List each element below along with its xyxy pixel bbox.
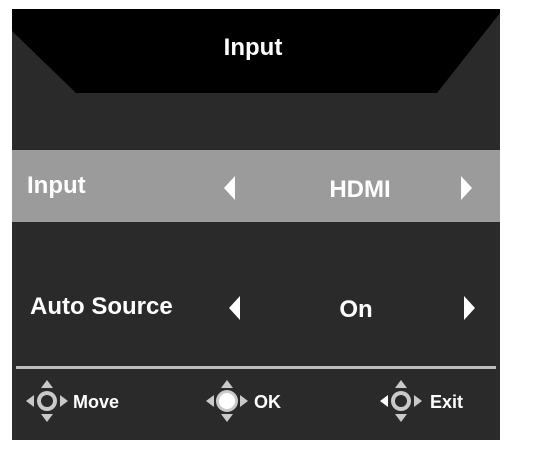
osd-menu: Input Input HDMI Auto Source On Move OK … (12, 9, 500, 440)
footer-ok-label: OK (254, 392, 281, 412)
auto-source-row[interactable]: Auto Source On (12, 271, 500, 343)
joystick-ok-icon (206, 380, 248, 422)
input-next-arrow-icon[interactable] (461, 176, 472, 200)
joystick-exit-icon (380, 380, 422, 422)
input-prev-arrow-icon[interactable] (224, 176, 235, 200)
input-value: HDMI (329, 176, 391, 203)
menu-title: Input (223, 34, 283, 61)
auto-source-next-arrow-icon[interactable] (464, 296, 475, 320)
joystick-move-icon (26, 380, 68, 422)
footer-exit-label: Exit (430, 392, 464, 412)
auto-source-prev-arrow-icon[interactable] (229, 296, 240, 320)
input-label: Input (27, 172, 86, 199)
auto-source-value: On (339, 296, 373, 323)
auto-source-label: Auto Source (30, 293, 173, 320)
footer-move-label: Move (73, 392, 120, 412)
footer-divider (16, 366, 496, 369)
input-row[interactable]: Input HDMI (12, 150, 500, 222)
